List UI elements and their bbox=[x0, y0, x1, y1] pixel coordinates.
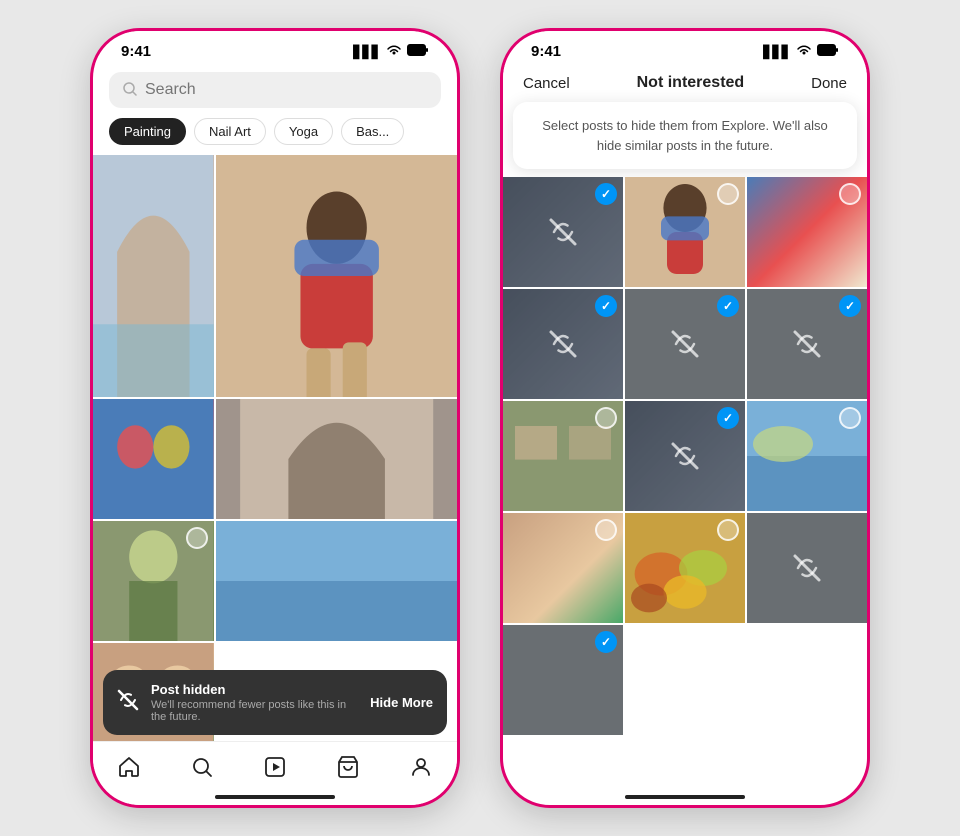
tooltip-text: Select posts to hide them from Explore. … bbox=[542, 118, 827, 153]
search-input[interactable] bbox=[145, 81, 427, 99]
snackbar-title: Post hidden bbox=[151, 682, 358, 697]
grid-cell-r13[interactable] bbox=[503, 625, 623, 735]
grid-cell-r4[interactable] bbox=[503, 289, 623, 399]
not-interested-title: Not interested bbox=[637, 74, 745, 92]
grid-cell-1[interactable] bbox=[93, 155, 214, 397]
left-phone: 9:41 ▋▋▋ Painting Nail Art Yoga Bas... bbox=[90, 28, 460, 808]
category-chips: Painting Nail Art Yoga Bas... bbox=[93, 108, 457, 155]
cell-checkbox-r13[interactable] bbox=[595, 631, 617, 653]
cancel-button[interactable]: Cancel bbox=[523, 75, 570, 92]
cell-checkbox-r4[interactable] bbox=[595, 295, 617, 317]
grid-cell-r9[interactable] bbox=[747, 401, 867, 511]
hide-more-button[interactable]: Hide More bbox=[370, 695, 433, 710]
nav-home-icon[interactable] bbox=[117, 755, 141, 785]
grid-cell-6[interactable] bbox=[216, 521, 457, 641]
battery-icon bbox=[407, 44, 429, 59]
nav-profile-icon[interactable] bbox=[409, 755, 433, 785]
cell-checkbox-r1[interactable] bbox=[595, 183, 617, 205]
grid-cell-r10[interactable] bbox=[503, 513, 623, 623]
grid-cell-r3[interactable] bbox=[747, 177, 867, 287]
tooltip: Select posts to hide them from Explore. … bbox=[513, 102, 857, 169]
status-icons-left: ▋▋▋ bbox=[353, 44, 429, 59]
battery-icon-r bbox=[817, 44, 839, 59]
explore-grid-right bbox=[503, 177, 867, 805]
home-bar-right bbox=[625, 795, 745, 799]
chip-painting[interactable]: Painting bbox=[109, 118, 186, 145]
time-right: 9:41 bbox=[531, 43, 561, 60]
snackbar-hide-icon bbox=[117, 689, 139, 716]
chip-nail-art[interactable]: Nail Art bbox=[194, 118, 266, 145]
grid-cell-r7[interactable] bbox=[503, 401, 623, 511]
search-bar[interactable] bbox=[109, 72, 441, 108]
wifi-icon bbox=[386, 44, 402, 59]
nav-shop-icon[interactable] bbox=[336, 755, 360, 785]
signal-icon: ▋▋▋ bbox=[353, 45, 381, 59]
grid-cell-4[interactable] bbox=[216, 399, 457, 519]
right-phone: 9:41 ▋▋▋ Cancel Not interested Done Sele… bbox=[500, 28, 870, 808]
home-bar-left bbox=[215, 795, 335, 799]
cell-checkbox-r5[interactable] bbox=[717, 295, 739, 317]
cell-checkbox-r9[interactable] bbox=[839, 407, 861, 429]
nav-search-icon[interactable] bbox=[190, 755, 214, 785]
nav-reels-icon[interactable] bbox=[263, 755, 287, 785]
grid-cell-r5[interactable] bbox=[625, 289, 745, 399]
chip-yoga[interactable]: Yoga bbox=[274, 118, 333, 145]
explore-grid-left bbox=[93, 155, 457, 741]
cell-checkbox-r6[interactable] bbox=[839, 295, 861, 317]
grid-cell-r8[interactable] bbox=[625, 401, 745, 511]
grid-cell-5[interactable] bbox=[93, 521, 214, 641]
grid-cell-r11[interactable] bbox=[625, 513, 745, 623]
grid-cell-r2[interactable] bbox=[625, 177, 745, 287]
cell-checkbox-r3[interactable] bbox=[839, 183, 861, 205]
grid-cell-r1[interactable] bbox=[503, 177, 623, 287]
snackbar-subtitle: We'll recommend fewer posts like this in… bbox=[151, 699, 358, 723]
cell-checkbox-r2[interactable] bbox=[717, 183, 739, 205]
search-icon bbox=[123, 82, 137, 99]
done-button[interactable]: Done bbox=[811, 75, 847, 92]
time-left: 9:41 bbox=[121, 43, 151, 60]
grid-cell-3[interactable] bbox=[93, 399, 214, 519]
status-bar-right: 9:41 ▋▋▋ bbox=[503, 31, 867, 64]
cell-checkbox-r8[interactable] bbox=[717, 407, 739, 429]
snackbar-text: Post hidden We'll recommend fewer posts … bbox=[151, 682, 358, 723]
status-bar-left: 9:41 ▋▋▋ bbox=[93, 31, 457, 64]
top-bar-right: Cancel Not interested Done bbox=[503, 64, 867, 102]
signal-icon-r: ▋▋▋ bbox=[763, 45, 791, 59]
cell-checkbox-5[interactable] bbox=[186, 527, 208, 549]
cell-checkbox-r7[interactable] bbox=[595, 407, 617, 429]
snackbar: Post hidden We'll recommend fewer posts … bbox=[103, 670, 447, 735]
cell-checkbox-r10[interactable] bbox=[595, 519, 617, 541]
status-icons-right: ▋▋▋ bbox=[763, 44, 839, 59]
grid-cell-2[interactable] bbox=[216, 155, 457, 397]
grid-cell-r6[interactable] bbox=[747, 289, 867, 399]
grid-cell-r12[interactable] bbox=[747, 513, 867, 623]
wifi-icon-r bbox=[796, 44, 812, 59]
chip-bas[interactable]: Bas... bbox=[341, 118, 404, 145]
cell-checkbox-r11[interactable] bbox=[717, 519, 739, 541]
